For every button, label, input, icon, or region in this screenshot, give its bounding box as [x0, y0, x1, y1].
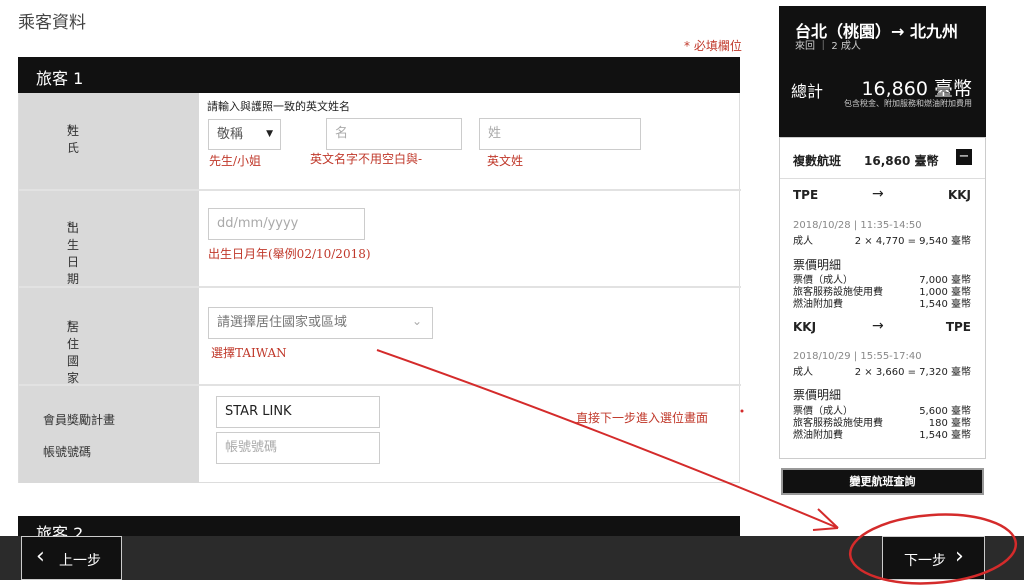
total-amount: 16,860 臺幣: [861, 78, 972, 100]
next-step-hint: 直接下一步進入選位畫面: [576, 411, 709, 425]
annotation-arrow-head: [812, 508, 839, 531]
outbound-datetime: 2018/10/28 | 11:35-14:50: [793, 220, 922, 231]
inbound-pax-calc: 2 × 3,660 = 7,320 臺幣: [854, 367, 971, 378]
annotation-dot: [740, 409, 744, 413]
country-select[interactable]: 請選擇居住國家或區域 ⌄: [208, 307, 433, 339]
inbound-fuel-value: 1,540 臺幣: [919, 430, 971, 441]
dob-input[interactable]: dd/mm/yyyy: [208, 208, 365, 240]
outbound-fuel-value: 1,540 臺幣: [919, 299, 971, 310]
first-name-input[interactable]: 名: [326, 118, 462, 150]
country-label-cell: 居住國家或區域*: [19, 288, 199, 436]
last-name-input[interactable]: 姓: [479, 118, 641, 150]
passenger-2-title: 旅客 2: [36, 524, 84, 536]
title-select[interactable]: 敬稱 ▼: [208, 119, 281, 150]
multi-flight-label: 複數航班: [793, 154, 842, 168]
chevron-down-icon: ⌄: [411, 314, 422, 328]
account-label: 帳號號碼: [43, 445, 92, 459]
name-instruction: 請輸入與護照一致的英文姓名: [207, 100, 350, 113]
arrow-right-icon: →: [872, 318, 884, 334]
member-program-input[interactable]: STAR LINK: [216, 396, 380, 428]
chevron-left-icon: ‹: [36, 544, 45, 569]
multi-flight-amount: 16,860 臺幣: [864, 154, 939, 168]
change-flight-button[interactable]: 變更航班查詢: [781, 468, 984, 495]
inbound-fuel-label: 燃油附加費: [793, 430, 843, 441]
outbound-fuel-label: 燃油附加費: [793, 299, 843, 310]
collapse-button[interactable]: −: [956, 149, 972, 165]
outbound-pax-calc: 2 × 4,770 = 9,540 臺幣: [854, 236, 971, 247]
arrow-right-icon: →: [872, 186, 884, 202]
page-title: 乘客資料: [18, 13, 86, 33]
inbound-datetime: 2018/10/29 | 15:55-17:40: [793, 351, 922, 362]
member-label-cell: 會員獎勵計畫 帳號號碼: [19, 386, 199, 483]
inbound-breakdown-title: 票價明細: [793, 388, 842, 402]
back-button-label: 上一步: [59, 553, 101, 569]
passenger-1-header: 旅客 1: [18, 57, 740, 93]
total-note: 包含稅金、附加服務和燃油附加費用: [844, 99, 972, 108]
first-name-hint: 英文名字不用空白與-: [310, 152, 423, 166]
back-button[interactable]: ‹ 上一步: [21, 536, 122, 580]
surname-label-cell: 姓氏 *: [19, 93, 199, 189]
summary-header: 台北（桃園）→ 北九州 來回 ｜ 2 成人 總計 16,860 臺幣 包含稅金、…: [779, 6, 986, 137]
next-button-label: 下一步: [904, 553, 946, 569]
divider: [780, 178, 985, 179]
dob-hint: 出生日月年(舉例02/10/2018): [208, 247, 371, 261]
outbound-pax: 成人: [793, 236, 813, 247]
country-hint: 選擇TAIWAN: [211, 346, 287, 360]
outbound-from: TPE: [793, 188, 819, 202]
next-button[interactable]: 下一步 ›: [882, 536, 985, 580]
inbound-from: KKJ: [793, 320, 817, 334]
trip-info: 來回 ｜ 2 成人: [795, 41, 861, 52]
last-name-hint: 英文姓: [487, 154, 524, 168]
account-number-input[interactable]: 帳號號碼: [216, 432, 380, 464]
bottom-nav-bar: ‹ 上一步 下一步 ›: [0, 536, 1024, 580]
dropdown-caret-icon: ▼: [266, 129, 273, 139]
passenger-1-title: 旅客 1: [36, 69, 84, 88]
inbound-to: TPE: [945, 320, 971, 334]
inbound-pax: 成人: [793, 367, 813, 378]
flight-details: 複數航班 16,860 臺幣 − TPE → KKJ 2018/10/28 | …: [779, 137, 986, 459]
passenger-1-form: 姓氏 * 請輸入與護照一致的英文姓名 敬稱 ▼ 名 姓 先生/小姐 英文名字不用空…: [18, 93, 741, 483]
outbound-to: KKJ: [947, 188, 971, 202]
member-program-label: 會員獎勵計畫: [43, 413, 116, 427]
chevron-right-icon: ›: [955, 544, 964, 569]
dob-label-cell: 出生日期 *: [19, 191, 199, 286]
title-hint: 先生/小姐: [209, 154, 262, 168]
passenger-2-header: 旅客 2: [18, 516, 740, 536]
required-note: * 必填欄位: [684, 39, 742, 53]
total-label: 總計: [791, 82, 824, 101]
